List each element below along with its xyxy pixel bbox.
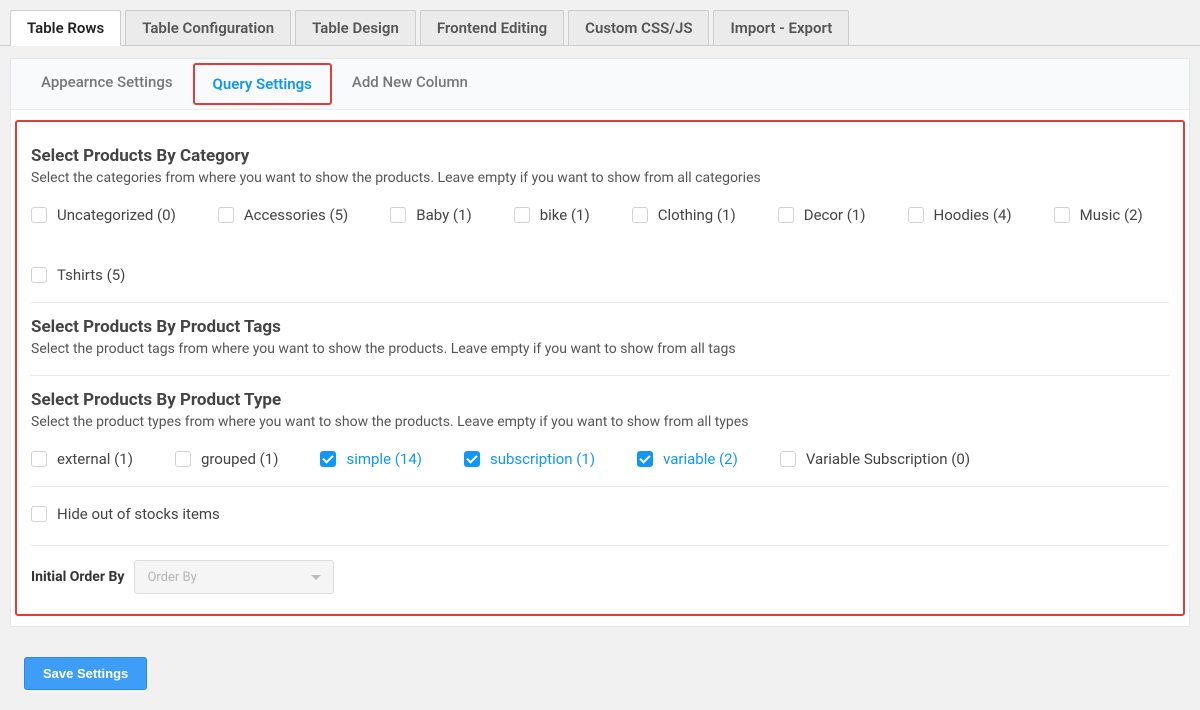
- category-checkbox[interactable]: Baby (1): [390, 206, 471, 224]
- tab-table-rows[interactable]: Table Rows: [10, 10, 121, 46]
- section-hide-out-of-stock: Hide out of stocks items: [31, 487, 1169, 546]
- order-by-select[interactable]: Order By: [134, 560, 334, 594]
- checkbox-box-icon: [31, 267, 47, 283]
- checkbox-label: Accessories (5): [244, 206, 348, 224]
- checkbox-label: Variable Subscription (0): [806, 450, 970, 468]
- tab-table-configuration[interactable]: Table Configuration: [125, 10, 291, 45]
- checkbox-label: simple (14): [346, 450, 422, 468]
- category-checkbox[interactable]: bike (1): [514, 206, 590, 224]
- checkbox-label: Music (2): [1080, 206, 1143, 224]
- checkbox-label: Baby (1): [416, 206, 471, 224]
- checkbox-label: bike (1): [540, 206, 590, 224]
- checkbox-box-icon: [390, 207, 406, 223]
- checkbox-box-icon: [908, 207, 924, 223]
- product-type-checkbox[interactable]: variable (2): [637, 450, 738, 468]
- category-checkbox[interactable]: Clothing (1): [632, 206, 736, 224]
- section-description: Select the product tags from where you w…: [31, 341, 1169, 357]
- category-checkbox[interactable]: Decor (1): [778, 206, 866, 224]
- checkbox-label: Decor (1): [804, 206, 866, 224]
- section-title: Select Products By Category: [31, 146, 1169, 166]
- checkbox-box-icon: [31, 451, 47, 467]
- section-by-category: Select Products By Category Select the c…: [31, 132, 1169, 303]
- category-checkbox[interactable]: Tshirts (5): [31, 266, 125, 284]
- section-title: Select Products By Product Tags: [31, 317, 1169, 337]
- query-settings-form: Select Products By Category Select the c…: [15, 120, 1185, 616]
- settings-panel: Appearnce Settings Query Settings Add Ne…: [10, 58, 1190, 627]
- section-description: Select the categories from where you wan…: [31, 170, 1169, 186]
- section-initial-order-by: Initial Order By Order By: [31, 546, 1169, 596]
- checkbox-label: Uncategorized (0): [57, 206, 176, 224]
- tab-custom-cssjs[interactable]: Custom CSS/JS: [568, 10, 709, 45]
- product-type-checkbox[interactable]: simple (14): [320, 450, 422, 468]
- category-checkbox[interactable]: Hoodies (4): [908, 206, 1012, 224]
- tab-table-design[interactable]: Table Design: [295, 10, 416, 45]
- hide-out-of-stock-checkbox[interactable]: Hide out of stocks items: [31, 501, 1169, 527]
- checkbox-box-icon: [780, 451, 796, 467]
- checkbox-box-icon: [218, 207, 234, 223]
- category-checkbox-group: Uncategorized (0) Accessories (5) Baby (1)…: [31, 206, 1169, 284]
- tab-import-export[interactable]: Import - Export: [713, 10, 849, 45]
- checkbox-label: Hide out of stocks items: [57, 505, 220, 523]
- checkbox-box-icon: [31, 506, 47, 522]
- product-type-checkbox[interactable]: external (1): [31, 450, 133, 468]
- checkbox-label: Hoodies (4): [934, 206, 1012, 224]
- checkbox-label: subscription (1): [490, 450, 595, 468]
- category-checkbox[interactable]: Music (2): [1054, 206, 1143, 224]
- checkbox-box-icon: [464, 451, 480, 467]
- select-placeholder: Order By: [147, 570, 196, 585]
- checkbox-label: Clothing (1): [658, 206, 736, 224]
- checkbox-box-icon: [778, 207, 794, 223]
- checkbox-label: Tshirts (5): [57, 266, 125, 284]
- secondary-tab-bar: Appearnce Settings Query Settings Add Ne…: [11, 59, 1189, 110]
- checkbox-box-icon: [320, 451, 336, 467]
- save-settings-button[interactable]: Save Settings: [24, 657, 147, 690]
- order-by-label: Initial Order By: [31, 569, 124, 585]
- checkbox-box-icon: [514, 207, 530, 223]
- chevron-down-icon: [311, 575, 321, 580]
- checkbox-label: grouped (1): [201, 450, 279, 468]
- checkbox-box-icon: [637, 451, 653, 467]
- section-by-type: Select Products By Product Type Select t…: [31, 376, 1169, 487]
- product-type-checkbox[interactable]: Variable Subscription (0): [780, 450, 970, 468]
- section-title: Select Products By Product Type: [31, 390, 1169, 410]
- tab-frontend-editing[interactable]: Frontend Editing: [420, 10, 564, 45]
- checkbox-box-icon: [1054, 207, 1070, 223]
- section-by-tags: Select Products By Product Tags Select t…: [31, 303, 1169, 376]
- checkbox-label: variable (2): [663, 450, 738, 468]
- category-checkbox[interactable]: Uncategorized (0): [31, 206, 176, 224]
- checkbox-box-icon: [632, 207, 648, 223]
- subtab-query-settings[interactable]: Query Settings: [193, 63, 332, 105]
- subtab-add-new-column[interactable]: Add New Column: [336, 59, 484, 109]
- type-checkbox-group: external (1) grouped (1) simple (14) subscr…: [31, 450, 1169, 468]
- section-description: Select the product types from where you …: [31, 414, 1169, 430]
- subtab-appearance-settings[interactable]: Appearnce Settings: [25, 59, 189, 109]
- checkbox-box-icon: [175, 451, 191, 467]
- primary-tab-bar: Table Rows Table Configuration Table Des…: [0, 0, 1200, 46]
- category-checkbox[interactable]: Accessories (5): [218, 206, 348, 224]
- product-type-checkbox[interactable]: subscription (1): [464, 450, 595, 468]
- checkbox-box-icon: [31, 207, 47, 223]
- product-type-checkbox[interactable]: grouped (1): [175, 450, 279, 468]
- checkbox-label: external (1): [57, 450, 133, 468]
